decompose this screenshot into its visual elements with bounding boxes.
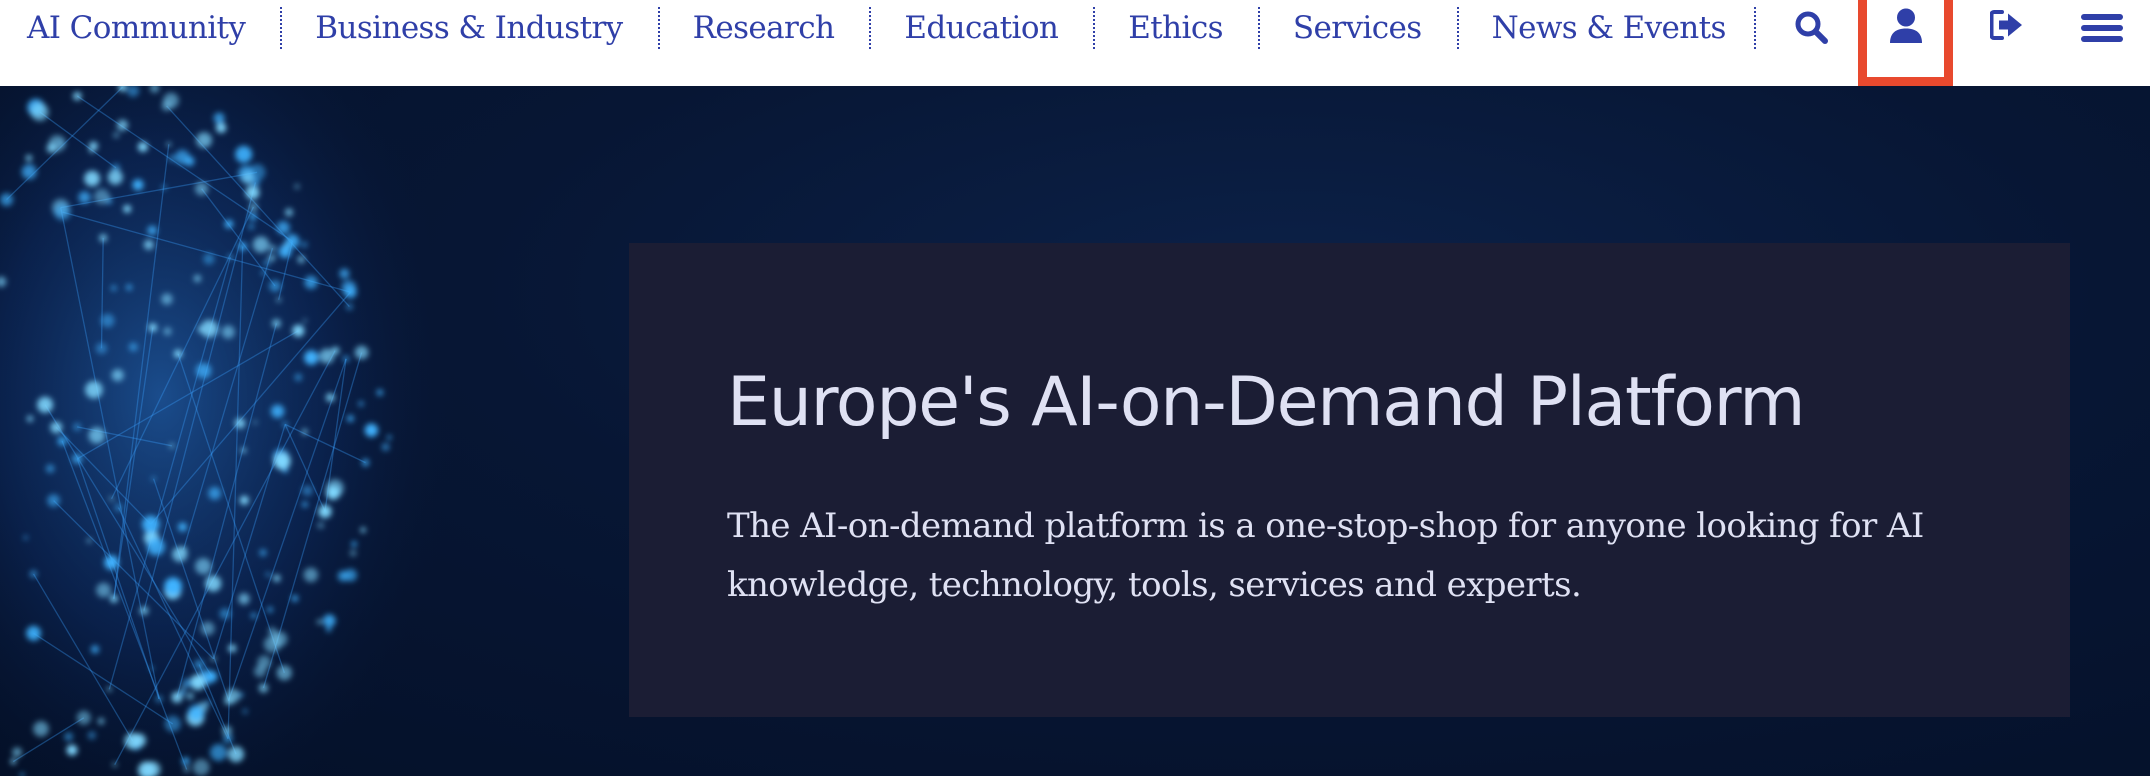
hero-banner: Europe's AI-on-Demand Platform The AI-on… [0, 86, 2150, 776]
hero-title: Europe's AI-on-Demand Platform [727, 363, 1805, 442]
nav-link-education[interactable]: Education [869, 0, 1093, 56]
user-account-button[interactable] [1858, 0, 1953, 86]
nav-link-ai-community[interactable]: AI Community [8, 0, 280, 56]
nav-link-business-industry[interactable]: Business & Industry [280, 0, 657, 56]
hero-content-panel: Europe's AI-on-Demand Platform The AI-on… [629, 243, 2070, 717]
user-icon [1889, 8, 1922, 43]
hero-description: The AI-on-demand platform is a one-stop-… [727, 506, 1924, 605]
top-navigation: AI Community Business & Industry Researc… [0, 0, 2150, 86]
search-button[interactable] [1789, 0, 1833, 86]
nav-link-services[interactable]: Services [1257, 0, 1457, 56]
sign-out-icon [1990, 10, 2022, 40]
network-globe-illustration [0, 86, 460, 776]
nav-link-news-events[interactable]: News & Events [1456, 0, 1761, 56]
main-menu-toggle[interactable] [2077, 0, 2127, 86]
main-menu: AI Community Business & Industry Researc… [0, 0, 1761, 86]
nav-link-ethics[interactable]: Ethics [1093, 0, 1258, 56]
search-icon [1795, 11, 1828, 44]
hamburger-menu-icon [2081, 14, 2123, 42]
sign-out-button[interactable] [1985, 0, 2029, 86]
nav-divider [1754, 7, 1756, 49]
nav-link-research[interactable]: Research [657, 0, 870, 56]
